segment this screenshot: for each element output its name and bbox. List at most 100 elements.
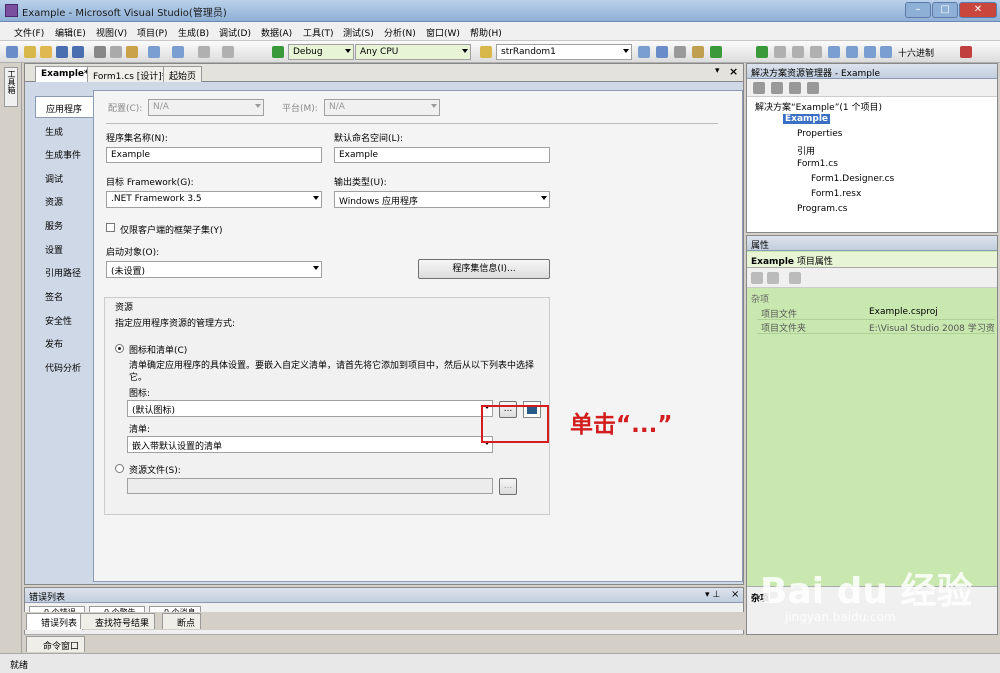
restart-icon[interactable]: [810, 46, 822, 58]
sidetab-application[interactable]: 应用程序: [35, 96, 96, 118]
sidetab-build-events[interactable]: 生成事件: [35, 143, 95, 165]
navigate-back-icon[interactable]: [198, 46, 210, 58]
menu-view[interactable]: 视图(V): [96, 26, 127, 39]
maximize-button[interactable]: □: [932, 2, 958, 18]
tree-properties[interactable]: Properties: [797, 129, 842, 139]
start-debug-icon[interactable]: [272, 46, 284, 58]
show-all-files-icon[interactable]: [771, 82, 783, 94]
tree-project[interactable]: Example: [783, 114, 831, 124]
tree-form1-designer[interactable]: Form1.Designer.cs: [811, 174, 894, 184]
hex-button[interactable]: 十六进制: [898, 46, 934, 59]
break-all-icon[interactable]: [774, 46, 786, 58]
properties-icon[interactable]: [674, 46, 686, 58]
close-document-icon[interactable]: ×: [729, 65, 738, 78]
navigate-forward-icon[interactable]: [222, 46, 234, 58]
minimize-button[interactable]: –: [905, 2, 931, 18]
tree-program[interactable]: Program.cs: [797, 204, 847, 214]
save-icon[interactable]: [56, 46, 68, 58]
properties-object-select[interactable]: Example 项目属性: [747, 252, 997, 268]
menu-project[interactable]: 项目(P): [137, 26, 167, 39]
error-list-pin-icon[interactable]: ▾ ⊥: [705, 590, 720, 600]
properties-icon[interactable]: [753, 82, 765, 94]
paste-icon[interactable]: [126, 46, 138, 58]
tab-command-window[interactable]: 命令窗口: [26, 636, 86, 652]
tab-find-symbol[interactable]: 查找符号结果: [80, 613, 156, 629]
sidetab-reference-paths[interactable]: 引用路径: [35, 261, 95, 283]
icon-select[interactable]: (默认图标): [127, 400, 493, 417]
tab-dropdown-icon[interactable]: ▾: [715, 66, 720, 76]
tab-error-list[interactable]: 错误列表: [26, 613, 84, 630]
property-pages-icon[interactable]: [789, 272, 801, 284]
sidetab-signing[interactable]: 签名: [35, 285, 95, 307]
config-combo[interactable]: Debug: [288, 44, 354, 60]
menu-edit[interactable]: 编辑(E): [55, 26, 86, 39]
menu-help[interactable]: 帮助(H): [470, 26, 502, 39]
find-combo[interactable]: strRandom1: [496, 44, 632, 60]
icon-manifest-radio[interactable]: [115, 344, 124, 353]
save-all-icon[interactable]: [72, 46, 84, 58]
tree-form1[interactable]: Form1.cs: [797, 159, 838, 169]
toolbox-icon[interactable]: [692, 46, 704, 58]
assembly-name-input[interactable]: Example: [106, 147, 322, 163]
startup-object-select[interactable]: (未设置): [106, 261, 322, 278]
tree-form1-resx[interactable]: Form1.resx: [811, 189, 861, 199]
copy-icon[interactable]: [110, 46, 122, 58]
cut-icon[interactable]: [94, 46, 106, 58]
categorized-icon[interactable]: [751, 272, 763, 284]
start-page-icon[interactable]: [710, 46, 722, 58]
step-over-icon[interactable]: [864, 46, 876, 58]
error-list-close-icon[interactable]: ×: [731, 589, 739, 600]
continue-icon[interactable]: [756, 46, 768, 58]
new-project-icon[interactable]: [6, 46, 18, 58]
property-row[interactable]: 项目文件夹 E:\Visual Studio 2008 学习资料: [757, 320, 995, 334]
tab-form1-design[interactable]: Form1.cs [设计]*: [87, 66, 173, 82]
sidetab-code-analysis[interactable]: 代码分析: [35, 356, 95, 378]
menu-file[interactable]: 文件(F): [14, 26, 44, 39]
menu-test[interactable]: 测试(S): [343, 26, 374, 39]
sidetab-debug[interactable]: 调试: [35, 167, 95, 189]
menu-build[interactable]: 生成(B): [178, 26, 209, 39]
tree-references[interactable]: 引用: [797, 144, 815, 157]
step-out-icon[interactable]: [880, 46, 892, 58]
add-item-icon[interactable]: [24, 46, 36, 58]
menu-tools[interactable]: 工具(T): [303, 26, 334, 39]
menu-debug[interactable]: 调试(D): [219, 26, 251, 39]
open-file-icon[interactable]: [40, 46, 52, 58]
tab-start-page[interactable]: 起始页: [163, 66, 203, 82]
property-row[interactable]: 项目文件 Example.csproj: [757, 306, 995, 320]
sidetab-resources[interactable]: 资源: [35, 190, 95, 212]
sidetab-build[interactable]: 生成: [35, 120, 95, 142]
assembly-info-button[interactable]: 程序集信息(I)...: [418, 259, 550, 279]
sidetab-security[interactable]: 安全性: [35, 309, 95, 331]
manifest-select[interactable]: 嵌入带默认设置的清单: [127, 436, 493, 453]
tree-solution[interactable]: 解决方案“Example”(1 个项目): [755, 100, 882, 113]
platform-combo[interactable]: Any CPU: [355, 44, 471, 60]
step-into-icon[interactable]: [846, 46, 858, 58]
breakpoints-icon[interactable]: [960, 46, 972, 58]
stop-debug-icon[interactable]: [792, 46, 804, 58]
solution-explorer-icon[interactable]: [656, 46, 668, 58]
client-subset-checkbox[interactable]: [106, 223, 115, 232]
alphabetical-icon[interactable]: [767, 272, 779, 284]
menu-analyze[interactable]: 分析(N): [384, 26, 416, 39]
menu-data[interactable]: 数据(A): [261, 26, 292, 39]
redo-icon[interactable]: [172, 46, 184, 58]
close-button[interactable]: ✕: [959, 2, 997, 18]
view-code-icon[interactable]: [807, 82, 819, 94]
sidetab-services[interactable]: 服务: [35, 214, 95, 236]
sidetab-settings[interactable]: 设置: [35, 238, 95, 260]
toolbox-tab[interactable]: 工具箱: [4, 67, 18, 107]
undo-icon[interactable]: [148, 46, 160, 58]
target-framework-select[interactable]: .NET Framework 3.5: [106, 191, 322, 208]
resource-file-radio[interactable]: [115, 464, 124, 473]
find-icon[interactable]: [480, 46, 492, 58]
menu-window[interactable]: 窗口(W): [426, 26, 460, 39]
default-namespace-input[interactable]: Example: [334, 147, 550, 163]
show-next-statement-icon[interactable]: [828, 46, 840, 58]
find-in-files-icon[interactable]: [638, 46, 650, 58]
refresh-icon[interactable]: [789, 82, 801, 94]
tab-example[interactable]: Example*: [35, 66, 95, 83]
sidetab-publish[interactable]: 发布: [35, 332, 95, 354]
tab-breakpoints[interactable]: 断点: [162, 613, 202, 629]
output-type-select[interactable]: Windows 应用程序: [334, 191, 550, 208]
